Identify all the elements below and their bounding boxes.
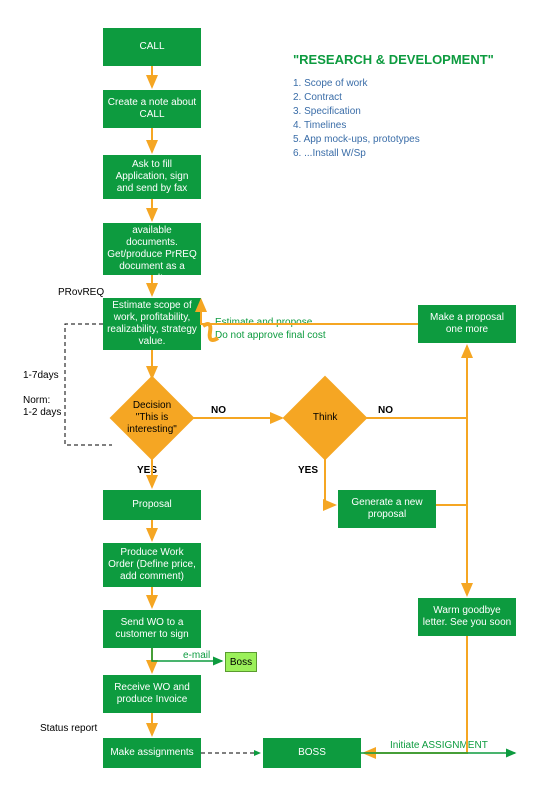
list-3: 3. Specification [293,106,361,117]
title: "RESEARCH & DEVELOPMENT" [293,52,494,67]
label-initiate: Initiate ASSIGNMENT [390,740,488,751]
ann-est1: Estimate and propose. [215,316,315,329]
label-provreq: PRovREQ [58,287,104,298]
box-wo: Produce Work Order (Define price, add co… [103,543,201,587]
list-5: 5. App mock-ups, prototypes [293,134,420,145]
box-send: Send WO to a customer to sign [103,610,201,648]
box-receive: Receive WO and produce Invoice [103,675,201,713]
box-proposal: Proposal [103,490,201,520]
box-assign: Make assignments [103,738,201,768]
flow-arrows [0,0,554,789]
label-no2: NO [378,405,393,416]
list-2: 2. Contract [293,92,342,103]
list-1: 1. Scope of work [293,78,367,89]
list-6: 6. ...Install W/Sp [293,148,366,159]
label-no1: NO [211,405,226,416]
label-yes2: YES [298,465,318,476]
diamond-think-label: Think [313,412,337,424]
box-more: Make a proposal one more [418,305,516,343]
ann-est2: Do not approve final cost [215,329,326,342]
box-boss2: BOSS [263,738,361,768]
diamond-think: Think [283,376,368,461]
label-days2: 1-2 days [23,407,61,418]
list-4: 4. Timelines [293,120,346,131]
label-yes1: YES [137,465,157,476]
box-ask: Ask to fill Application, sign and send b… [103,155,201,199]
box-call: CALL [103,28,201,66]
box-request: Request all available documents. Get/pro… [103,223,201,275]
box-warm: Warm goodbye letter. See you soon [418,598,516,636]
box-gen: Generate a new proposal [338,490,436,528]
box-boss-small: Boss [225,652,257,672]
diamond-decision: Decision "This is interesting" [110,376,195,461]
label-days1: 1-7days [23,370,59,381]
label-status: Status report [40,723,97,734]
label-email: e-mail [183,650,210,661]
diamond-decision-label: Decision "This is interesting" [122,400,182,436]
box-estimate: Estimate scope of work, profitability, r… [103,298,201,350]
box-note: Create a note about CALL [103,90,201,128]
label-norm: Norm: [23,395,50,406]
